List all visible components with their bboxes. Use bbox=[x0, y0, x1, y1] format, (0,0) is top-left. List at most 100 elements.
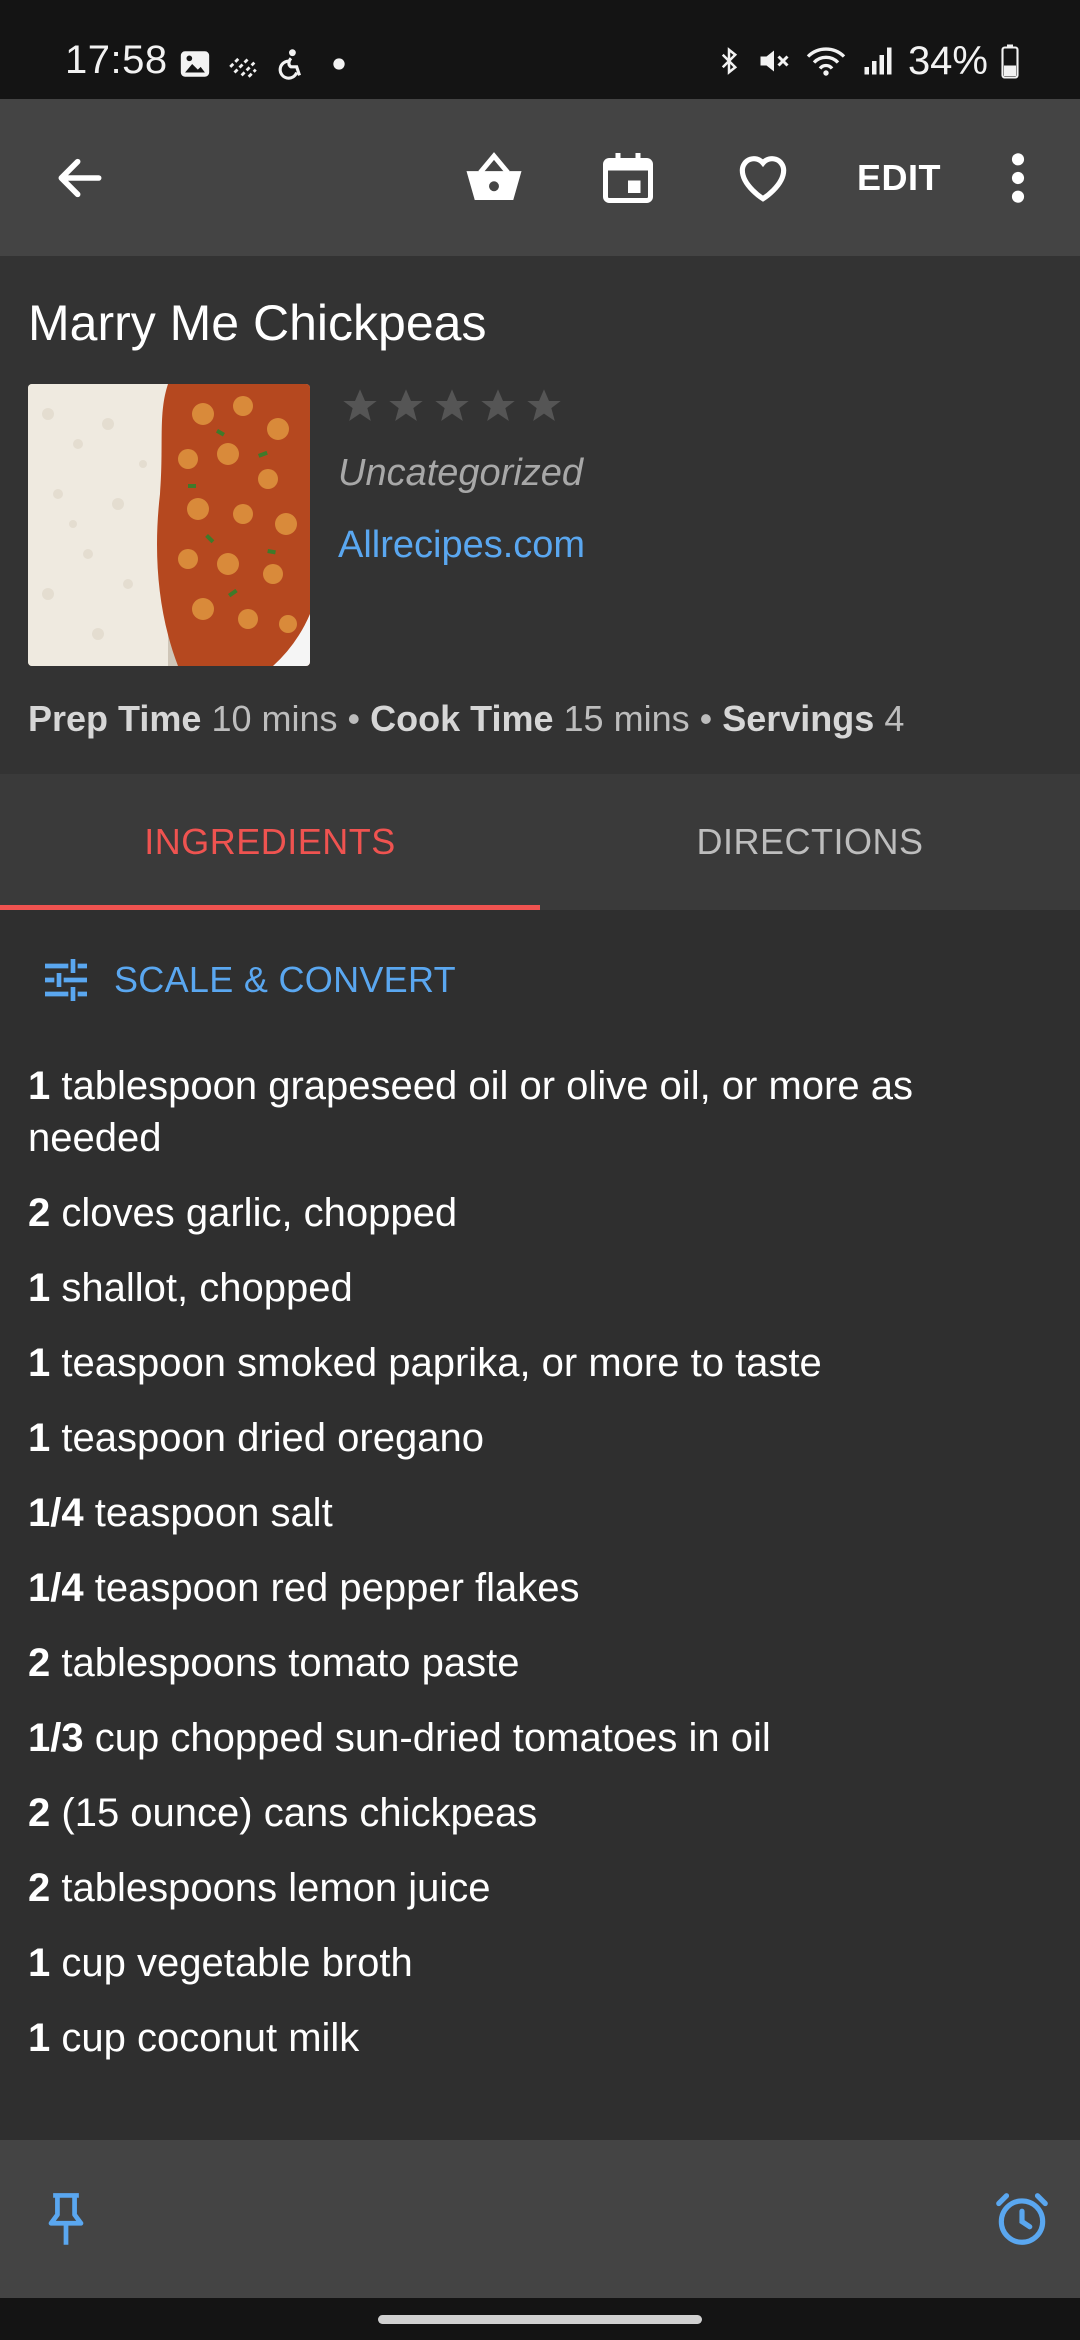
scale-convert-label: SCALE & CONVERT bbox=[114, 959, 456, 1000]
ingredient-item[interactable]: 1/3 cup chopped sun-dried tomatoes in oi… bbox=[28, 1712, 1038, 1764]
tab-ingredients-label: INGREDIENTS bbox=[144, 821, 396, 862]
bluetooth-icon bbox=[721, 47, 738, 75]
mute-icon bbox=[760, 50, 789, 72]
servings-label: Servings bbox=[722, 698, 875, 739]
recipe-source-link[interactable]: Allrecipes.com bbox=[338, 524, 585, 567]
ingredient-item[interactable]: 2 (15 ounce) cans chickpeas bbox=[28, 1787, 1038, 1839]
star-outline-icon[interactable] bbox=[340, 386, 380, 426]
shopping-basket-icon bbox=[466, 151, 522, 200]
ingredient-item[interactable]: 1 cup coconut milk bbox=[28, 2012, 1038, 2064]
shopping-list-button[interactable] bbox=[444, 99, 544, 256]
pin-icon bbox=[48, 2193, 84, 2245]
status-bar: 17:58 34% bbox=[0, 0, 1080, 99]
ingredient-quantity: 1 bbox=[28, 1416, 51, 1460]
cell-signal-icon bbox=[864, 47, 892, 75]
battery-icon bbox=[1001, 44, 1019, 79]
ingredient-quantity: 2 bbox=[28, 1791, 51, 1835]
star-outline-icon[interactable] bbox=[386, 386, 426, 426]
ingredient-text: teaspoon smoked paprika, or more to tast… bbox=[61, 1341, 822, 1385]
pin-button[interactable] bbox=[16, 2140, 116, 2298]
ingredient-text: teaspoon dried oregano bbox=[61, 1416, 484, 1460]
ingredient-quantity: 1/4 bbox=[28, 1566, 84, 1610]
prep-time-label: Prep Time bbox=[28, 698, 202, 739]
ingredient-text: tablespoons tomato paste bbox=[61, 1641, 520, 1685]
wifi-icon bbox=[806, 47, 846, 76]
signal-waves-icon bbox=[229, 57, 257, 78]
ingredient-text: teaspoon salt bbox=[94, 1491, 333, 1535]
bottom-bar bbox=[0, 2140, 1080, 2298]
ingredient-item[interactable]: 2 tablespoons lemon juice bbox=[28, 1862, 1038, 1914]
status-left-icons bbox=[178, 44, 356, 84]
edit-label: EDIT bbox=[856, 156, 941, 198]
cook-time-value: 15 mins bbox=[563, 698, 690, 739]
star-outline-icon[interactable] bbox=[478, 386, 518, 426]
ingredient-quantity: 1 bbox=[28, 1941, 51, 1985]
ingredient-text: cup vegetable broth bbox=[61, 1941, 413, 1985]
ingredient-text: tablespoon grapeseed oil or olive oil, o… bbox=[28, 1064, 913, 1160]
ingredient-item[interactable]: 1 tablespoon grapeseed oil or olive oil,… bbox=[28, 1060, 1038, 1164]
battery-percent: 34% bbox=[907, 38, 988, 83]
timer-button[interactable] bbox=[972, 2140, 1072, 2298]
app-bar: EDIT bbox=[0, 99, 1080, 256]
ingredient-item[interactable]: 1/4 teaspoon salt bbox=[28, 1487, 1038, 1539]
accessibility-icon bbox=[278, 49, 301, 80]
ingredient-quantity: 2 bbox=[28, 1641, 51, 1685]
gallery-icon bbox=[180, 51, 210, 77]
ingredient-quantity: 2 bbox=[28, 1191, 51, 1235]
ingredient-item[interactable]: 1 cup vegetable broth bbox=[28, 1937, 1038, 1989]
ingredient-quantity: 1 bbox=[28, 1064, 51, 1108]
home-gesture-handle[interactable] bbox=[378, 2315, 702, 2324]
ingredient-quantity: 1 bbox=[28, 2016, 51, 2060]
rating-stars[interactable] bbox=[340, 386, 564, 426]
star-outline-icon[interactable] bbox=[432, 386, 472, 426]
ingredient-item[interactable]: 1 teaspoon dried oregano bbox=[28, 1412, 1038, 1464]
ingredient-item[interactable]: 1 teaspoon smoked paprika, or more to ta… bbox=[28, 1337, 1038, 1389]
meal-plan-button[interactable] bbox=[578, 99, 678, 256]
status-time: 17:58 bbox=[65, 38, 168, 82]
ingredient-item[interactable]: 2 tablespoons tomato paste bbox=[28, 1637, 1038, 1689]
calendar-icon bbox=[603, 152, 653, 203]
arrow-back-icon bbox=[58, 158, 102, 197]
tab-ingredients[interactable]: INGREDIENTS bbox=[0, 774, 540, 910]
favorite-button[interactable] bbox=[713, 99, 813, 256]
status-right-icons: 34% bbox=[714, 38, 1020, 84]
ingredient-quantity: 2 bbox=[28, 1866, 51, 1910]
ingredient-item[interactable]: 1/4 teaspoon red pepper flakes bbox=[28, 1562, 1038, 1614]
ingredient-list: 1 tablespoon grapeseed oil or olive oil,… bbox=[28, 1060, 1038, 2087]
dot-icon bbox=[333, 58, 345, 70]
recipe-category[interactable]: Uncategorized bbox=[338, 452, 583, 495]
cook-time-label: Cook Time bbox=[370, 698, 554, 739]
ingredient-quantity: 1/3 bbox=[28, 1716, 84, 1760]
ingredient-item[interactable]: 2 cloves garlic, chopped bbox=[28, 1187, 1038, 1239]
edit-button[interactable]: EDIT bbox=[846, 99, 952, 256]
tune-sliders-icon bbox=[45, 959, 87, 1001]
star-outline-icon[interactable] bbox=[524, 386, 564, 426]
ingredient-text: (15 ounce) cans chickpeas bbox=[61, 1791, 538, 1835]
ingredient-text: teaspoon red pepper flakes bbox=[94, 1566, 580, 1610]
ingredient-quantity: 1 bbox=[28, 1341, 51, 1385]
ingredient-text: cup chopped sun-dried tomatoes in oil bbox=[94, 1716, 771, 1760]
back-button[interactable] bbox=[30, 99, 130, 256]
ingredient-item[interactable]: 1 shallot, chopped bbox=[28, 1262, 1038, 1314]
servings-value: 4 bbox=[884, 698, 905, 739]
more-vertical-icon bbox=[1011, 152, 1025, 203]
ingredient-quantity: 1 bbox=[28, 1266, 51, 1310]
alarm-clock-icon bbox=[996, 2193, 1048, 2245]
ingredient-text: shallot, chopped bbox=[61, 1266, 353, 1310]
meta-separator: • bbox=[699, 698, 713, 739]
ingredients-panel[interactable]: SCALE & CONVERT 1 tablespoon grapeseed o… bbox=[0, 910, 1080, 2140]
recipe-title: Marry Me Chickpeas bbox=[28, 295, 487, 351]
scale-convert-button[interactable]: SCALE & CONVERT bbox=[38, 952, 456, 1008]
more-options-button[interactable] bbox=[980, 99, 1056, 256]
ingredient-text: cup coconut milk bbox=[61, 2016, 360, 2060]
tab-directions-label: DIRECTIONS bbox=[696, 821, 924, 862]
recipe-meta: Prep Time 10 mins • Cook Time 15 mins • … bbox=[28, 698, 904, 740]
tab-directions[interactable]: DIRECTIONS bbox=[540, 774, 1080, 910]
prep-time-value: 10 mins bbox=[211, 698, 338, 739]
ingredient-text: cloves garlic, chopped bbox=[61, 1191, 458, 1235]
recipe-photo[interactable] bbox=[28, 384, 310, 666]
system-nav-bar bbox=[0, 2298, 1080, 2340]
recipe-header: Marry Me Chickpeas Uncategorized Allreci… bbox=[0, 256, 1080, 774]
tab-bar: INGREDIENTS DIRECTIONS bbox=[0, 774, 1080, 910]
meta-separator: • bbox=[347, 698, 361, 739]
